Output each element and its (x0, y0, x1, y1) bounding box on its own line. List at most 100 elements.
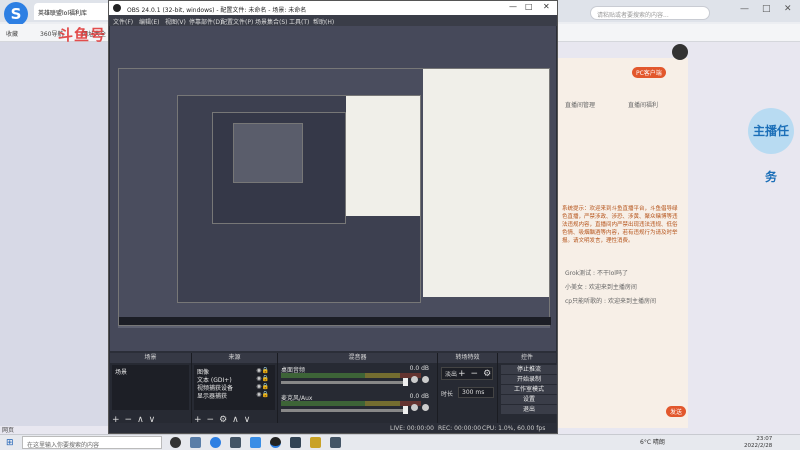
menu-file[interactable]: 文件(F) (113, 17, 133, 26)
menu-view[interactable]: 视图(V) (165, 17, 186, 26)
sources-list: 图像 文本 (GDI+) 视频捕获设备 显示器捕获 ◉🔒 ◉🔒 ◉🔒 ◉🔒 (194, 365, 275, 410)
nested-capture-1 (118, 68, 551, 326)
windows-taskbar: ⊞ 在这里输入你要搜索的内容 6°C 晴朗 23:07 2022/2/28 (0, 434, 800, 450)
cpu-fps: CPU: 1.0%, 60.00 fps (482, 425, 546, 432)
minimize-icon[interactable]: — (509, 2, 517, 11)
left-panel (0, 42, 110, 426)
scenes-list: 场景 (112, 365, 189, 410)
app-icon[interactable] (290, 437, 301, 448)
taskbar-search[interactable]: 在这里输入你要搜索的内容 (22, 436, 162, 449)
source-item[interactable]: 显示器捕获 (197, 391, 227, 400)
menu-help[interactable]: 帮助(H) (313, 17, 334, 26)
browser-tab[interactable]: 英雄联盟lol福利库 (34, 3, 112, 20)
menu-docks[interactable]: 停靠部件(D) (189, 17, 222, 26)
chat-message: 小美女 : 欢迎来到主播房间 (565, 284, 637, 291)
obs-titlebar: OBS 24.0.1 (32-bit, windows) - 配置文件: 未命名… (109, 1, 557, 15)
clock-time: 23:07 (756, 436, 773, 442)
stop-streaming-button[interactable]: 停止推流 (501, 365, 557, 374)
browser-address-bar[interactable]: 请粘贴或者要搜索的内容... (590, 6, 710, 20)
nested-capture-2 (177, 95, 421, 303)
live-timer: LIVE: 00:00:00 (390, 425, 434, 432)
menu-tools[interactable]: 工具(T) (289, 17, 309, 26)
maximize-icon[interactable]: □ (762, 4, 771, 14)
obs-preview[interactable] (110, 26, 556, 351)
studio-mode-button[interactable]: 工作室模式 (501, 385, 557, 394)
menu-edit[interactable]: 编辑(E) (139, 17, 159, 26)
sources-dock: 来源 图像 文本 (GDI+) 视频捕获设备 显示器捕获 ◉🔒 ◉🔒 ◉🔒 ◉🔒… (192, 353, 278, 433)
obs-docks: 场景 场景 +−∧∨ 来源 图像 文本 (GDI+) 视频捕获设备 显示器捕获 … (110, 353, 557, 433)
pc-client-button[interactable]: PC客户端 (632, 67, 666, 78)
sources-dock-title: 来源 (192, 353, 277, 363)
transitions-dock: 转场特效 淡出 时长 300 ms +−⚙ (438, 353, 498, 433)
controls-dock: 控件 停止推流 开始录制 工作室模式 设置 退出 (498, 353, 557, 433)
windows-start-icon[interactable]: ⊞ (6, 438, 14, 448)
task-view-icon[interactable] (170, 437, 181, 448)
side-hint: 网页 (2, 427, 15, 434)
app-icon[interactable] (330, 437, 341, 448)
app-icon[interactable] (230, 437, 241, 448)
nested-browser-page (423, 69, 549, 297)
nested-capture-3 (212, 112, 346, 224)
speaker-icon[interactable] (411, 404, 418, 411)
system-notice: 系统提示：欢迎来到斗鱼直播平台，斗鱼倡导绿色直播，严禁涉政、涉恐、涉黄、聚众赌博… (562, 206, 678, 244)
volume-slider-handle[interactable] (403, 378, 408, 386)
menu-profile[interactable]: 配置文件(P) (221, 17, 253, 26)
scene-item[interactable]: 场景 (115, 367, 127, 376)
start-recording-button[interactable]: 开始录制 (501, 375, 557, 384)
menu-scene-collection[interactable]: 场景集合(S) (255, 17, 288, 26)
nested-browser-page-2 (346, 96, 420, 216)
room-welfare-link[interactable]: 直播间福利 (628, 100, 658, 109)
preview-canvas (118, 68, 551, 328)
volume-slider-handle[interactable] (403, 406, 408, 414)
obs-logo-icon (113, 4, 121, 12)
send-button[interactable]: 发送 (666, 406, 687, 417)
settings-button[interactable]: 设置 (501, 395, 557, 404)
close-icon[interactable]: ✕ (543, 2, 550, 11)
gear-icon[interactable] (422, 404, 429, 411)
volume-slider[interactable] (281, 381, 407, 384)
eye-icon[interactable]: ◉🔒 (256, 383, 269, 390)
obs-taskbar-icon[interactable] (270, 437, 281, 448)
duration-label: 时长 (441, 391, 454, 398)
mixer-channel-db: 0.0 dB (409, 393, 429, 400)
app-icon[interactable] (190, 437, 201, 448)
eye-icon[interactable]: ◉🔒 (256, 375, 269, 382)
weather-widget[interactable]: 6°C 晴朗 (640, 437, 665, 446)
avatar[interactable] (672, 44, 688, 60)
minimize-icon[interactable]: — (740, 4, 749, 14)
exit-button[interactable]: 退出 (501, 405, 557, 414)
duration-input[interactable]: 300 ms (458, 387, 494, 398)
mixer-dock-title: 混音器 (278, 353, 437, 363)
chat-message: Grok测试 : 不干lol吗了 (565, 270, 628, 277)
volume-meter (281, 373, 421, 378)
volume-meter (281, 401, 421, 406)
obs-statusbar: LIVE: 00:00:00 REC: 00:00:00 CPU: 1.0%, … (110, 423, 556, 433)
speaker-icon[interactable] (411, 376, 418, 383)
mixer-channel-mic: 麦克风/Aux 0.0 dB (281, 393, 431, 421)
gear-icon[interactable] (422, 376, 429, 383)
scenes-dock-title: 场景 (110, 353, 191, 363)
transitions-toolbar[interactable]: +−⚙ (458, 369, 496, 379)
transitions-dock-title: 转场特效 (438, 353, 497, 363)
app-icon[interactable] (250, 437, 261, 448)
maximize-icon[interactable]: □ (525, 2, 533, 11)
browser-taskbar-icon[interactable] (210, 437, 221, 448)
volume-slider[interactable] (281, 409, 407, 412)
browser-logo-icon[interactable]: S (4, 2, 28, 26)
favorite-item[interactable]: 收藏 (6, 29, 18, 38)
clock-date: 2022/2/28 (744, 443, 773, 449)
mixer-channel-db: 0.0 dB (409, 365, 429, 372)
room-manage-link[interactable]: 直播间管理 (565, 100, 595, 109)
controls-dock-title: 控件 (498, 353, 556, 363)
obs-menubar: 文件(F) 编辑(E) 视图(V) 停靠部件(D) 配置文件(P) 场景集合(S… (109, 15, 557, 26)
chat-message: cp只能听歌的 : 欢迎来到主播房间 (565, 298, 656, 305)
clock[interactable]: 23:07 2022/2/28 (744, 436, 772, 450)
task-sticker[interactable]: 主播任务 (748, 108, 794, 184)
app-icon[interactable] (310, 437, 321, 448)
obs-title: OBS 24.0.1 (32-bit, windows) - 配置文件: 未命名… (127, 7, 307, 14)
eye-icon[interactable]: ◉🔒 (256, 391, 269, 398)
close-icon[interactable]: ✕ (784, 4, 792, 14)
nested-capture-4 (233, 123, 303, 183)
eye-icon[interactable]: ◉🔒 (256, 367, 269, 374)
mixer-dock: 混音器 桌面音频 0.0 dB 麦克风/Aux 0.0 dB (278, 353, 438, 433)
